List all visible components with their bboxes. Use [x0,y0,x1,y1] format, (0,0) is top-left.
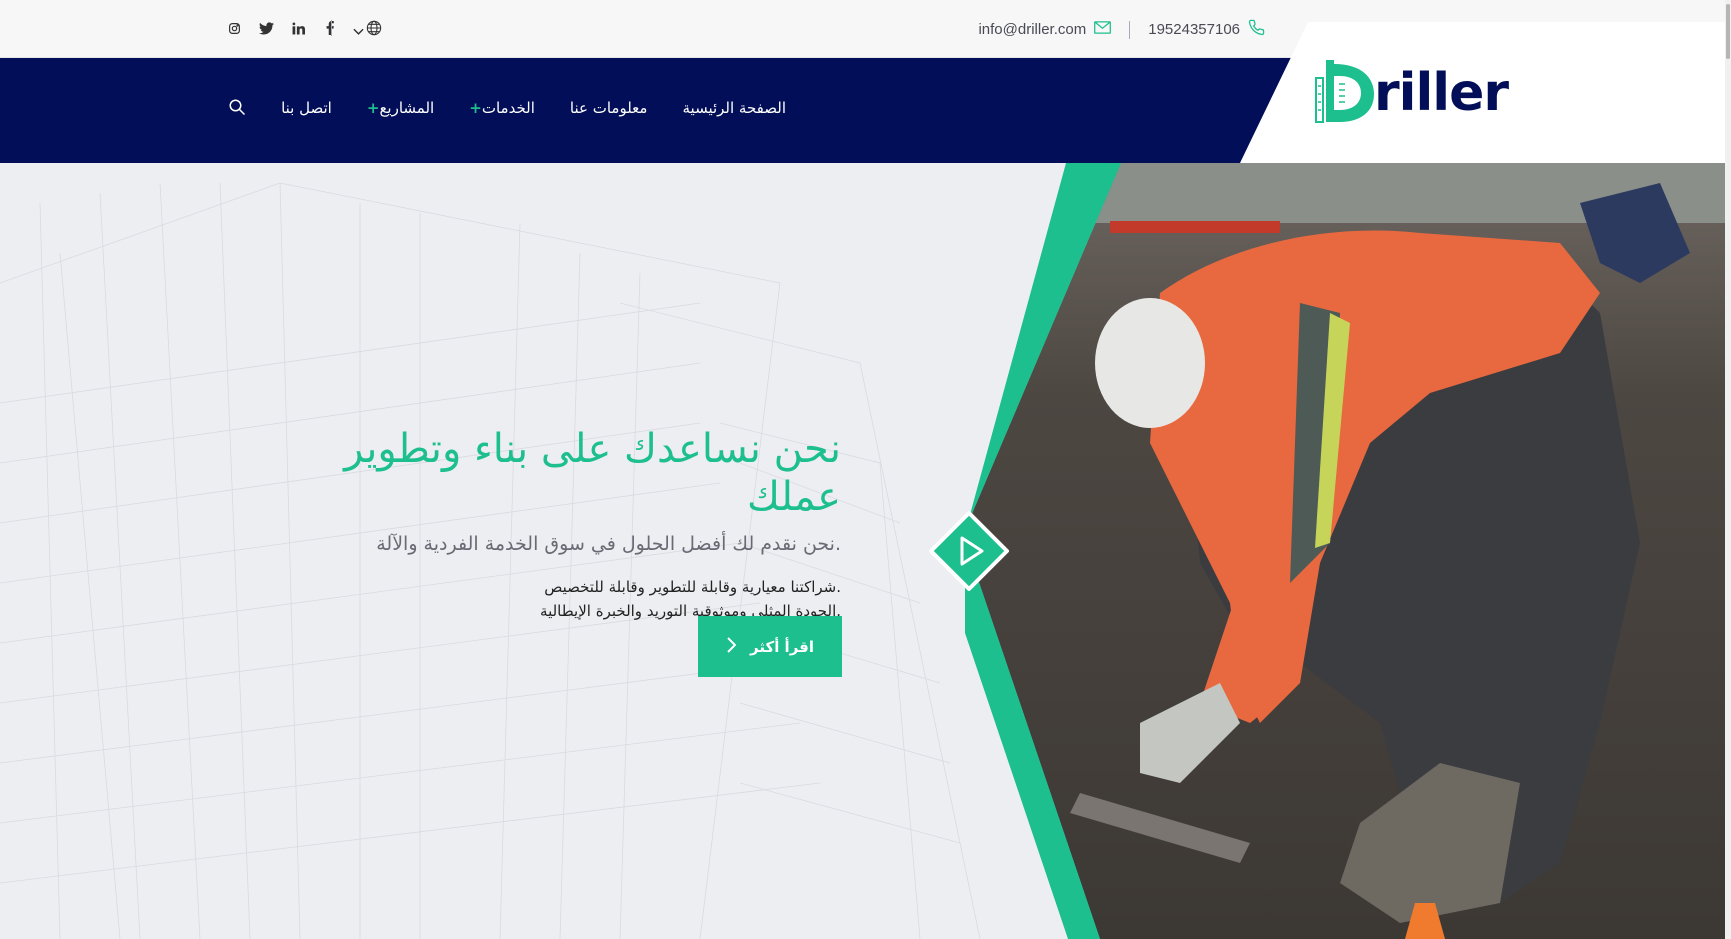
plus-icon: + [469,99,482,117]
brand-name: riller [1374,63,1509,123]
facebook-icon[interactable] [322,20,338,36]
brand-logo[interactable]: riller [1312,56,1509,130]
language-switcher[interactable] [353,20,382,40]
phone-text[interactable]: 19524357106 [1148,21,1240,38]
search-icon[interactable] [226,98,246,118]
contact-info: info@driller.com 19524357106 [978,19,1265,40]
email-text[interactable]: info@driller.com [978,21,1086,38]
scrollbar-thumb[interactable] [1726,4,1730,59]
contact-divider [1129,20,1131,39]
phone-icon [1248,19,1265,40]
building-d-icon [1312,56,1378,130]
nav-item-projects-label: المشاريع [379,99,435,117]
hero-section: نحن نساعدك على بناء وتطوير عملك .نحن نقد… [0,163,1731,939]
chevron-right-icon [726,636,737,657]
plus-icon: + [366,99,380,117]
mail-icon [1094,21,1112,38]
hero-desc-line-1: .شراكتنا معيارية وقابلة للتطوير وقابلة ل… [544,578,841,596]
nav-item-contact[interactable]: اتصل بنا [281,99,332,117]
twitter-icon[interactable] [258,20,274,36]
phone-contact[interactable]: 19524357106 [1148,19,1265,40]
main-nav: الصفحة الرئيسية معلومات عنا الخدمات+ الم… [226,98,786,118]
nav-item-services-label: الخدمات [481,99,535,117]
nav-item-about[interactable]: معلومات عنا [570,99,648,117]
page-scrollbar[interactable] [1725,0,1731,939]
topbar-divider [331,20,332,36]
read-more-button[interactable]: اقرأ أكثر [698,616,842,677]
chevron-down-icon [353,21,364,40]
read-more-label: اقرأ أكثر [750,637,814,656]
hero-title: نحن نساعدك على بناء وتطوير عملك [344,426,841,520]
email-contact[interactable]: info@driller.com [978,21,1112,38]
globe-icon [366,20,382,40]
nav-item-projects[interactable]: المشاريع+ [367,99,434,117]
hero-subtitle: .نحن نقدم لك أفضل الحلول في سوق الخدمة ا… [376,533,841,555]
play-video-button[interactable] [929,511,1009,591]
instagram-icon[interactable] [226,20,242,36]
nav-item-services[interactable]: الخدمات+ [469,99,535,117]
hero-text: نحن نساعدك على بناء وتطوير عملك .نحن نقد… [241,425,841,623]
linkedin-icon[interactable] [290,20,306,36]
social-links [226,20,338,36]
nav-item-home[interactable]: الصفحة الرئيسية [683,99,787,117]
